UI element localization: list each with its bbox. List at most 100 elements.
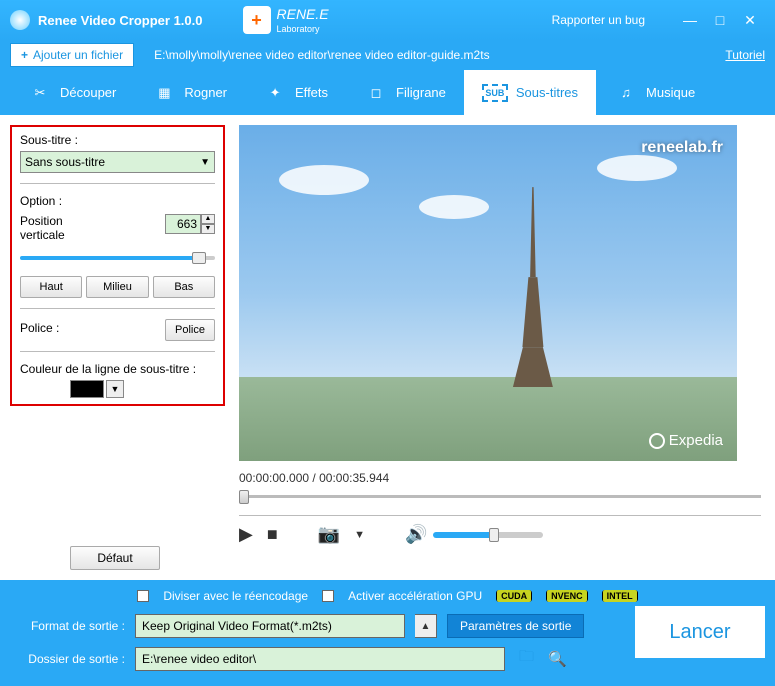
file-path: E:\molly\molly\renee video editor\renee … <box>154 48 490 62</box>
folder-browse-icon[interactable]: 🗀 <box>519 646 534 671</box>
color-picker[interactable]: ▼ <box>70 380 215 398</box>
report-bug-link[interactable]: Rapporter un bug <box>552 13 645 27</box>
highlighted-region: Sous-titre : Sans sous-titre ▼ Option : … <box>10 125 225 406</box>
maximize-button[interactable]: □ <box>705 12 735 28</box>
chevron-down-icon[interactable]: ▼ <box>106 380 124 398</box>
tab-watermark-label: Filigrane <box>396 85 446 100</box>
spin-down-icon[interactable]: ▼ <box>201 224 215 234</box>
position-middle-button[interactable]: Milieu <box>86 276 148 298</box>
option-label: Option : <box>20 194 215 208</box>
snapshot-button[interactable]: 📷 <box>318 524 340 545</box>
app-title: Renee Video Cropper 1.0.0 <box>38 13 203 28</box>
seek-slider[interactable] <box>239 491 761 503</box>
subtitle-select[interactable]: Sans sous-titre ▼ <box>20 151 215 173</box>
folder-label: Dossier de sortie : <box>10 652 125 666</box>
volume-thumb[interactable] <box>489 528 499 542</box>
plus-icon: + <box>21 48 28 62</box>
format-select[interactable]: Keep Original Video Format(*.m2ts) <box>135 614 405 638</box>
main: Sous-titre : Sans sous-titre ▼ Option : … <box>0 115 775 580</box>
video-preview[interactable]: reneelab.fr Expedia <box>239 125 737 461</box>
launch-button[interactable]: Lancer <box>635 606 765 658</box>
format-value: Keep Original Video Format(*.m2ts) <box>142 619 332 633</box>
snapshot-menu-icon[interactable]: ▼ <box>354 529 365 541</box>
folder-search-icon[interactable]: 🔍 <box>548 650 567 668</box>
brand-text: RENE.E <box>277 6 329 22</box>
spin-up-icon[interactable]: ▲ <box>201 214 215 224</box>
add-file-label: Ajouter un fichier <box>33 48 123 62</box>
tab-cut[interactable]: ✂ Découper <box>10 70 134 115</box>
position-top-button[interactable]: Haut <box>20 276 82 298</box>
stop-button[interactable]: ■ <box>267 524 278 545</box>
format-dropdown-icon[interactable]: ▲ <box>415 614 437 638</box>
tab-subtitles-label: Sous-titres <box>516 85 578 100</box>
subtitle-panel: Sous-titre : Sans sous-titre ▼ Option : … <box>0 115 235 580</box>
minimize-button[interactable]: — <box>675 12 705 28</box>
titlebar: Renee Video Cropper 1.0.0 + RENE.E Labor… <box>0 0 775 40</box>
font-button[interactable]: Police <box>165 319 215 341</box>
subtitles-icon: SUB <box>482 84 508 102</box>
default-button[interactable]: Défaut <box>70 546 160 570</box>
tab-watermark[interactable]: ◻ Filigrane <box>346 70 464 115</box>
scissors-icon: ✂ <box>28 81 52 105</box>
badge-nvenc: NVENC <box>546 590 588 602</box>
tutorial-link[interactable]: Tutoriel <box>725 48 765 62</box>
tab-cut-label: Découper <box>60 85 116 100</box>
gpu-label: Activer accélération GPU <box>348 589 482 603</box>
format-label: Format de sortie : <box>10 619 125 633</box>
color-label: Couleur de la ligne de sous-titre : <box>20 362 215 376</box>
color-swatch <box>70 380 104 398</box>
folder-value: E:\renee video editor\ <box>142 652 256 666</box>
tab-music[interactable]: ♫ Musique <box>596 70 713 115</box>
close-button[interactable]: ✕ <box>735 12 765 29</box>
file-bar: + Ajouter un fichier E:\molly\molly\rene… <box>0 40 775 70</box>
tab-effects-label: Effets <box>295 85 328 100</box>
bottom-bar: Diviser avec le réencodage Activer accél… <box>0 580 775 686</box>
add-file-button[interactable]: + Ajouter un fichier <box>10 43 134 67</box>
tab-subtitles[interactable]: SUB Sous-titres <box>464 70 596 115</box>
launch-label: Lancer <box>669 621 730 644</box>
font-label: Police : <box>20 321 59 335</box>
position-input[interactable] <box>165 214 201 234</box>
volume-control: 🔊 <box>405 524 543 545</box>
circle-icon <box>649 433 665 449</box>
subtitle-label: Sous-titre : <box>20 133 215 147</box>
playback-controls: ▶ ■ 📷 ▼ 🔊 <box>239 524 761 545</box>
crop-icon: ▦ <box>152 81 176 105</box>
position-bottom-button[interactable]: Bas <box>153 276 215 298</box>
music-icon: ♫ <box>614 81 638 105</box>
app-logo-icon <box>10 10 30 30</box>
watermark-icon: ◻ <box>364 81 388 105</box>
tab-music-label: Musique <box>646 85 695 100</box>
brand: + RENE.E Laboratory <box>243 6 329 34</box>
time-display: 00:00:00.000 / 00:00:35.944 <box>239 471 761 485</box>
brand-icon: + <box>243 6 271 34</box>
folder-input[interactable]: E:\renee video editor\ <box>135 647 505 671</box>
eiffel-tower <box>508 177 558 387</box>
volume-slider[interactable] <box>433 532 543 538</box>
time-current: 00:00:00.000 <box>239 471 309 485</box>
subtitle-select-value: Sans sous-titre <box>25 155 105 169</box>
video-brand: Expedia <box>649 432 723 449</box>
volume-icon[interactable]: 🔊 <box>405 524 427 545</box>
position-stepper[interactable]: ▲ ▼ <box>165 214 215 234</box>
divide-checkbox[interactable] <box>137 590 149 602</box>
gpu-checkbox[interactable] <box>322 590 334 602</box>
brand-sub: Laboratory <box>277 24 329 34</box>
badge-cuda: CUDA <box>496 590 532 602</box>
position-label: Position verticale <box>20 214 80 242</box>
badge-intel: INTEL <box>602 590 638 602</box>
tab-crop[interactable]: ▦ Rogner <box>134 70 245 115</box>
tabs: ✂ Découper ▦ Rogner ✦ Effets ◻ Filigrane… <box>0 70 775 115</box>
preview-area: reneelab.fr Expedia 00:00:00.000 / 00:00… <box>235 115 775 580</box>
video-watermark: reneelab.fr <box>641 139 723 157</box>
time-total: 00:00:35.944 <box>319 471 389 485</box>
seek-thumb[interactable] <box>239 490 249 504</box>
position-slider[interactable] <box>20 252 215 264</box>
divide-label: Diviser avec le réencodage <box>163 589 308 603</box>
tab-effects[interactable]: ✦ Effets <box>245 70 346 115</box>
output-params-button[interactable]: Paramètres de sortie <box>447 614 584 638</box>
slider-thumb[interactable] <box>192 252 206 264</box>
play-button[interactable]: ▶ <box>239 524 253 545</box>
chevron-down-icon: ▼ <box>200 157 210 168</box>
tab-crop-label: Rogner <box>184 85 227 100</box>
